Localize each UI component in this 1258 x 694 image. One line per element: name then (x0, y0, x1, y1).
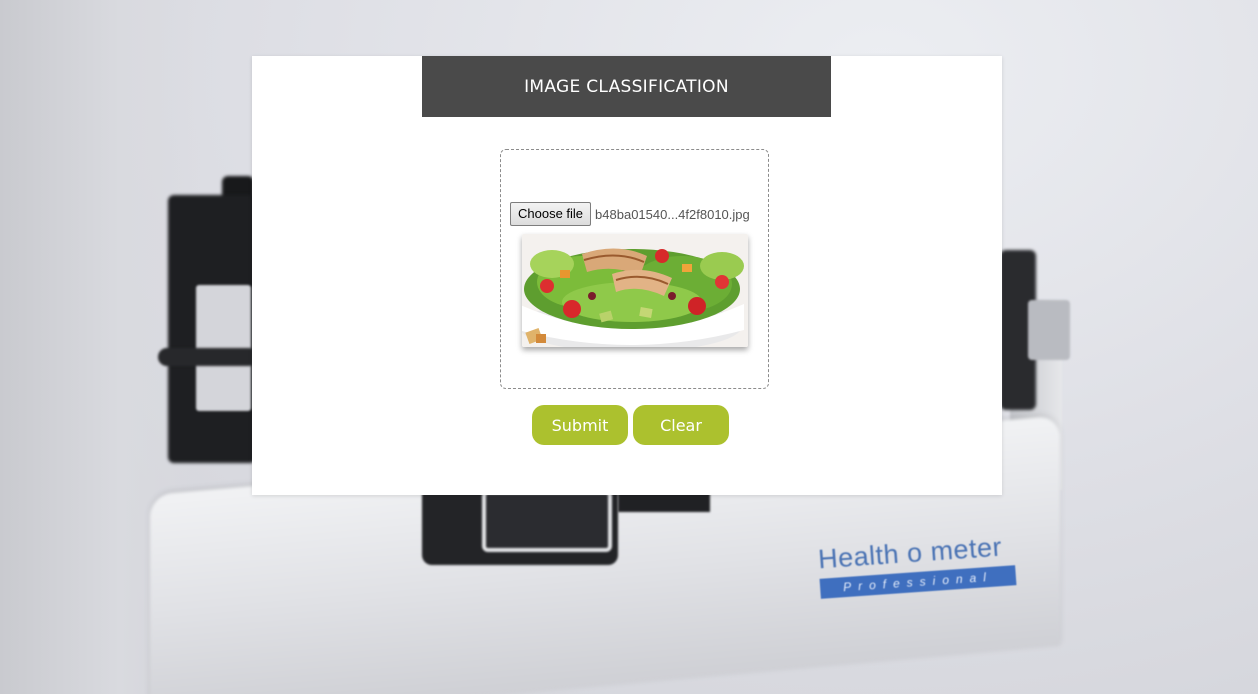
action-buttons: Submit Clear (532, 405, 729, 445)
choose-file-button[interactable]: Choose file (510, 202, 592, 226)
page-title: IMAGE CLASSIFICATION (524, 76, 729, 97)
upload-dropzone[interactable]: Choose file b48ba01540...4f2f8010.jpg (500, 149, 769, 389)
selected-file-name: b48ba01540...4f2f8010.jpg (595, 206, 750, 222)
classification-card: IMAGE CLASSIFICATION Choose file b48ba01… (252, 56, 1002, 495)
scale-rod (158, 348, 258, 366)
clear-button[interactable]: Clear (633, 405, 729, 445)
image-preview (522, 234, 748, 347)
scale-display-screen (482, 490, 612, 552)
header-bar: IMAGE CLASSIFICATION (422, 56, 831, 117)
submit-button[interactable]: Submit (532, 405, 628, 445)
file-input[interactable]: Choose file b48ba01540...4f2f8010.jpg (510, 202, 750, 226)
scale-clip-right-bracket (1028, 300, 1070, 360)
